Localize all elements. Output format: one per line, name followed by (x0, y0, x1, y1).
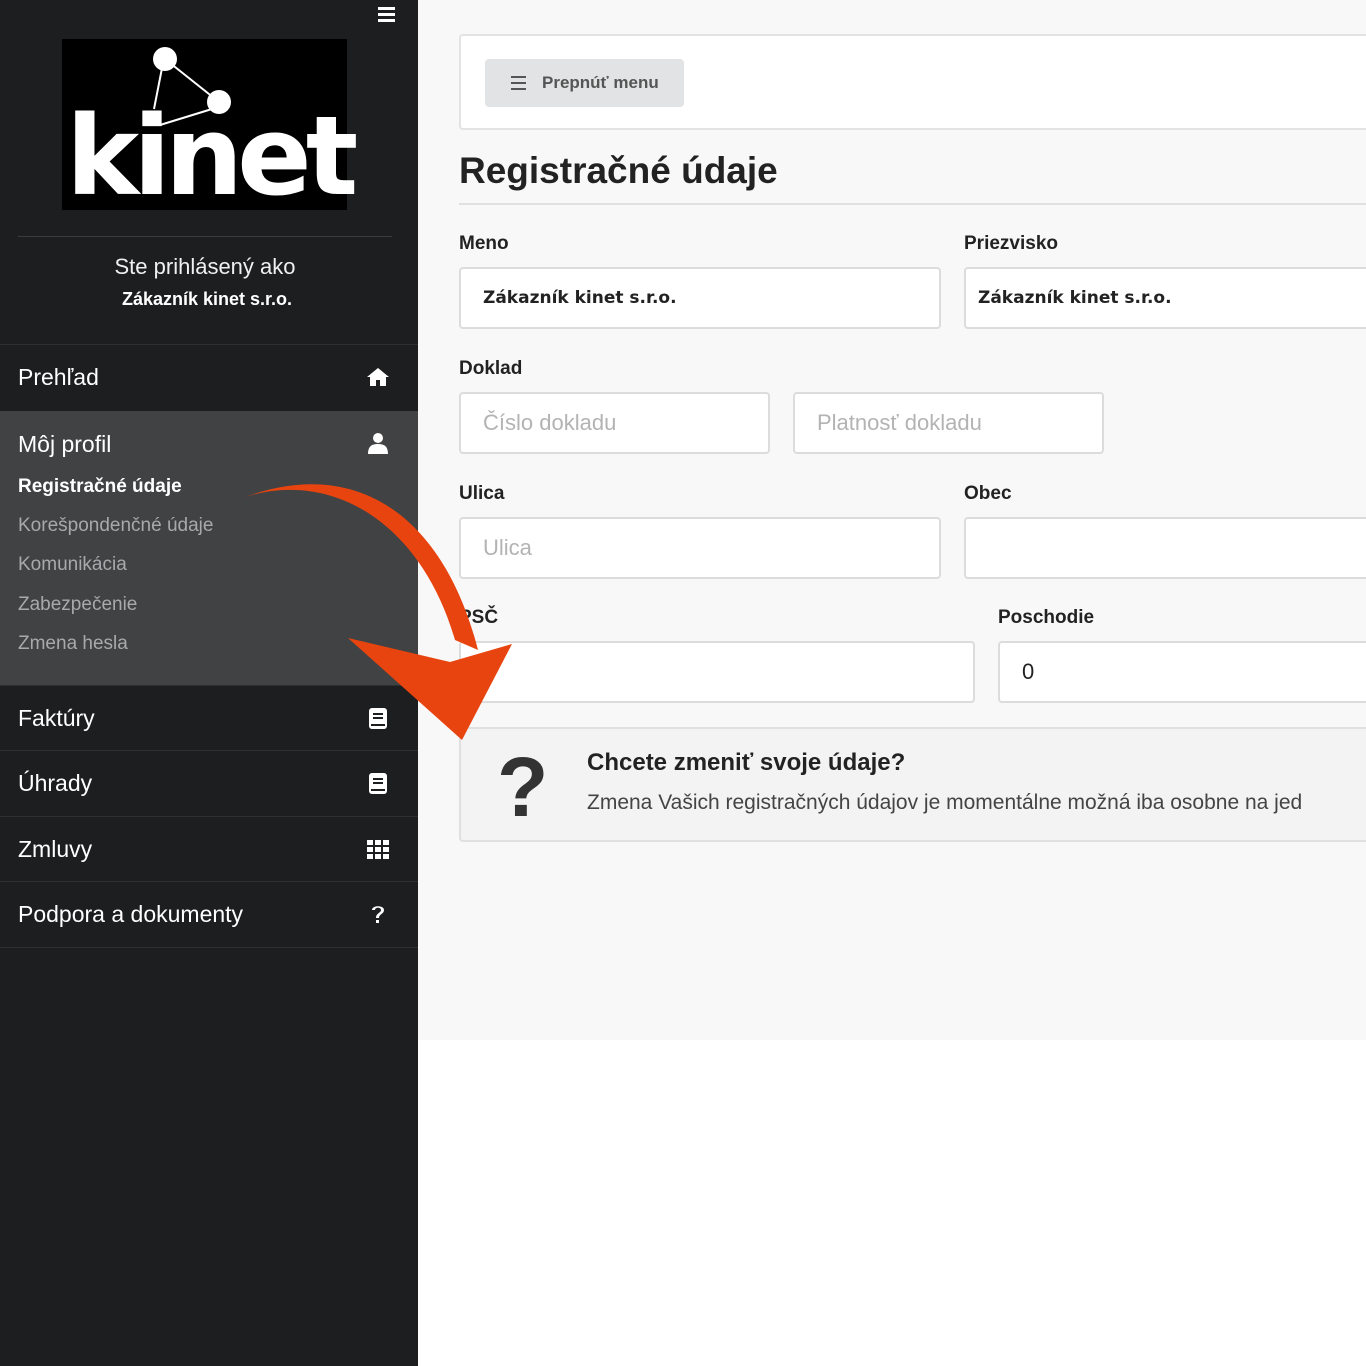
question-icon (372, 906, 384, 923)
nav-label: Môj profil (18, 431, 112, 457)
meno-field[interactable]: Zákazník kinet s.r.o. (459, 267, 941, 329)
nav-label: Zmluvy (18, 836, 93, 862)
subnav-korespondencne-udaje[interactable]: Korešpondenčné údaje (18, 515, 213, 537)
poschodie-input[interactable]: 0 (998, 641, 1366, 703)
logo-wordmark: kinet (66, 92, 358, 220)
psc-label: PSČ (459, 607, 499, 628)
obec-input[interactable] (964, 517, 1366, 579)
user-icon (368, 433, 388, 454)
sidebar: kinet Ste prihlásený ako Zákazník kinet … (0, 0, 418, 1366)
nav-item-podpora[interactable]: Podpora a dokumenty (0, 881, 418, 946)
kinet-logo[interactable]: kinet (62, 39, 358, 211)
book-icon (369, 773, 387, 794)
meno-label: Meno (459, 233, 509, 254)
nav-item-zmluvy[interactable]: Zmluvy (0, 816, 418, 881)
obec-label: Obec (964, 483, 1012, 504)
doklad-label: Doklad (459, 358, 523, 379)
nav-item-faktury[interactable]: Faktúry (0, 685, 418, 750)
subnav-zmena-hesla[interactable]: Zmena hesla (18, 633, 128, 655)
poschodie-label: Poschodie (998, 607, 1095, 628)
toggle-menu-label: Prepnúť menu (542, 73, 659, 92)
nav-label: Prehľad (18, 364, 99, 390)
top-toolbar: Prepnúť menu (459, 34, 1366, 130)
page-title: Registračné údaje (459, 150, 778, 191)
ulica-label: Ulica (459, 483, 505, 504)
toggle-menu-button[interactable]: Prepnúť menu (485, 59, 684, 107)
info-title: Chcete zmeniť svoje údaje? (587, 749, 906, 776)
subnav-registracne-udaje[interactable]: Registračné údaje (18, 476, 182, 498)
cislo-dokladu-input[interactable]: Číslo dokladu (459, 392, 770, 454)
divider (0, 947, 418, 948)
nav-label: Úhrady (18, 770, 93, 796)
ulica-input[interactable]: Ulica (459, 517, 941, 579)
question-mark-icon: ? (497, 740, 549, 834)
platnost-dokladu-input[interactable]: Platnosť dokladu (793, 392, 1104, 454)
divider (459, 203, 1366, 205)
home-icon (367, 368, 389, 386)
divider (18, 236, 392, 237)
grid-icon (367, 840, 389, 859)
hamburger-menu-icon[interactable] (378, 7, 398, 25)
page: kinet Ste prihlásený ako Zákazník kinet … (0, 0, 1366, 1366)
nav-item-moj-profil[interactable]: Môj profil Registračné údaje Korešponden… (0, 411, 418, 685)
priezvisko-label: Priezvisko (964, 233, 1058, 254)
nav-label: Faktúry (18, 705, 95, 731)
nav-label: Podpora a dokumenty (18, 901, 244, 927)
subnav-komunikacia[interactable]: Komunikácia (18, 554, 127, 576)
menu-bars-icon (511, 76, 526, 94)
nav-item-prehlad[interactable]: Prehľad (0, 344, 418, 409)
nav-item-uhrady[interactable]: Úhrady (0, 750, 418, 815)
priezvisko-field[interactable]: Zákazník kinet s.r.o. (964, 267, 1366, 329)
book-icon (369, 708, 387, 729)
psc-input[interactable] (459, 641, 975, 703)
change-info-box: ? Chcete zmeniť svoje údaje? Zmena Vašic… (459, 727, 1366, 842)
info-text: Zmena Vašich registračných údajov je mom… (587, 791, 1303, 814)
subnav-zabezpecenie[interactable]: Zabezpečenie (18, 594, 137, 616)
logged-in-label: Ste prihlásený ako (114, 254, 296, 279)
logged-in-name: Zákazník kinet s.r.o. (121, 289, 293, 309)
